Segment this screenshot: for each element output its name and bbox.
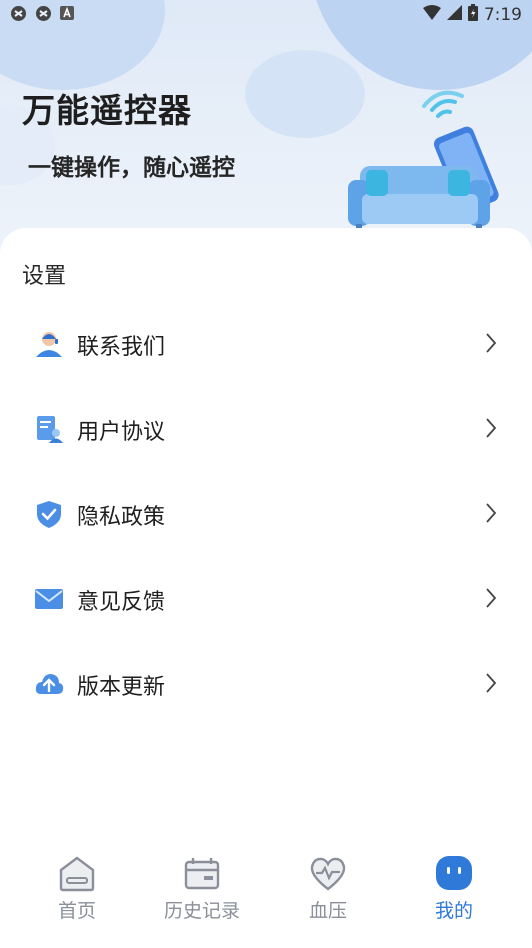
envelope-icon: [35, 589, 63, 609]
menu-item-label: 隐私政策: [77, 505, 166, 530]
clock: 7:19: [483, 5, 522, 25]
chevron-right-icon: [486, 588, 497, 608]
heart-pulse-icon: [310, 857, 346, 891]
app-notification-icon: [10, 5, 27, 22]
history-card-icon: [184, 858, 220, 890]
menu-item-user-agreement[interactable]: 用户协议: [0, 387, 532, 472]
signal-icon: [446, 5, 462, 25]
menu-item-version-update[interactable]: 版本更新: [0, 642, 532, 727]
menu-item-contact-us[interactable]: 联系我们: [0, 302, 532, 387]
tab-label: 历史记录: [163, 900, 240, 922]
menu-item-label: 用户协议: [77, 420, 166, 445]
app-subtitle: 一键操作，随心遥控: [28, 155, 235, 181]
tab-history[interactable]: 历史记录: [147, 854, 257, 923]
chevron-right-icon: [486, 503, 497, 523]
menu-item-feedback[interactable]: 意见反馈: [0, 557, 532, 642]
chevron-right-icon: [486, 333, 497, 353]
chevron-right-icon: [486, 418, 497, 438]
tab-blood-pressure[interactable]: 血压: [273, 854, 383, 923]
menu-item-privacy-policy[interactable]: 隐私政策: [0, 472, 532, 557]
status-bar: 7:19: [0, 0, 532, 30]
tab-label: 我的: [434, 900, 473, 922]
chevron-right-icon: [486, 673, 497, 693]
profile-face-icon: [436, 856, 472, 890]
settings-menu: 联系我们 用户协议 隐私政策 意见反馈 版本更新: [0, 302, 532, 727]
sofa-phone-illustration: [348, 90, 499, 232]
app-notification-icon: [35, 5, 52, 22]
tab-label: 首页: [57, 900, 96, 922]
cloud-upload-icon: [35, 674, 64, 694]
home-icon: [59, 856, 95, 892]
tab-label: 血压: [308, 900, 347, 922]
agreement-document-icon: [37, 416, 63, 443]
bottom-tab-bar: 首页 历史记录 血压 我的: [0, 846, 532, 946]
menu-item-label: 意见反馈: [77, 590, 166, 615]
keyboard-a-icon: [60, 5, 77, 22]
app-title: 万能遥控器: [22, 91, 192, 130]
tab-home[interactable]: 首页: [22, 854, 132, 923]
menu-item-label: 版本更新: [77, 675, 166, 700]
battery-icon: [467, 4, 478, 26]
menu-item-label: 联系我们: [77, 335, 166, 360]
tab-mine[interactable]: 我的: [399, 854, 509, 923]
wifi-icon: [422, 5, 441, 25]
shield-check-icon: [37, 501, 61, 528]
support-agent-icon: [36, 332, 62, 357]
settings-section-title: 设置: [22, 264, 67, 289]
